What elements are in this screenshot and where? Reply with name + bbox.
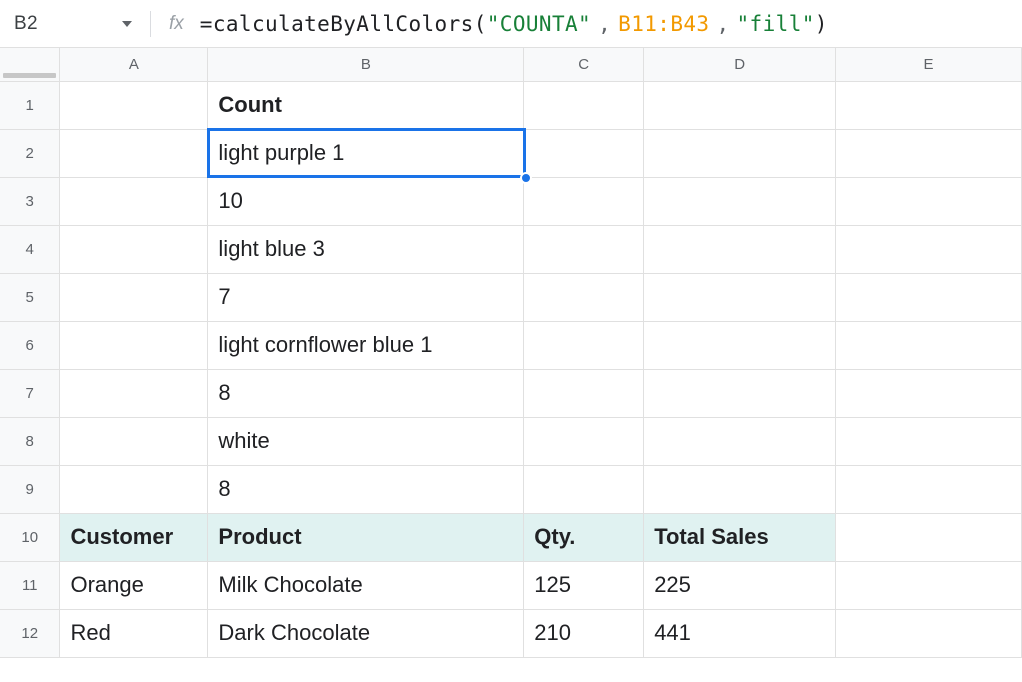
cell[interactable] xyxy=(836,321,1022,369)
row-header[interactable]: 5 xyxy=(0,273,60,321)
col-header-b[interactable]: B xyxy=(208,48,524,81)
formula-sep2: , xyxy=(716,12,729,36)
cell[interactable] xyxy=(836,369,1022,417)
cell[interactable]: Dark Chocolate xyxy=(208,609,524,657)
cell[interactable] xyxy=(644,225,836,273)
formula-open: ( xyxy=(474,12,487,36)
cell[interactable]: 210 xyxy=(524,609,644,657)
row-header[interactable]: 1 xyxy=(0,81,60,129)
formula-bar: B2 fx = calculateByAllColors ( "COUNTA" … xyxy=(0,0,1022,48)
name-box[interactable]: B2 xyxy=(0,13,150,35)
cell[interactable] xyxy=(524,369,644,417)
cell[interactable] xyxy=(836,609,1022,657)
row-header[interactable]: 4 xyxy=(0,225,60,273)
cell[interactable]: 8 xyxy=(208,369,524,417)
cell[interactable]: Red xyxy=(60,609,208,657)
cell[interactable] xyxy=(524,465,644,513)
cell[interactable] xyxy=(836,129,1022,177)
cell[interactable] xyxy=(644,177,836,225)
cell[interactable] xyxy=(836,81,1022,129)
divider xyxy=(150,11,151,37)
cell[interactable]: 225 xyxy=(644,561,836,609)
row-header[interactable]: 12 xyxy=(0,609,60,657)
formula-input[interactable]: = calculateByAllColors ( "COUNTA" , B11:… xyxy=(200,12,828,36)
cell-selected[interactable]: light purple 1 xyxy=(208,129,524,177)
row-header[interactable]: 9 xyxy=(0,465,60,513)
row-header[interactable]: 3 xyxy=(0,177,60,225)
row-header[interactable]: 10 xyxy=(0,513,60,561)
cell[interactable] xyxy=(60,129,208,177)
formula-arg2: B11:B43 xyxy=(618,12,709,36)
cell[interactable] xyxy=(524,129,644,177)
cell[interactable] xyxy=(524,321,644,369)
col-header-d[interactable]: D xyxy=(644,48,836,81)
cell[interactable] xyxy=(524,81,644,129)
cell[interactable] xyxy=(836,465,1022,513)
col-header-e[interactable]: E xyxy=(836,48,1022,81)
cell[interactable] xyxy=(60,273,208,321)
formula-sep1: , xyxy=(598,12,611,36)
col-header-c[interactable]: C xyxy=(524,48,644,81)
cell[interactable] xyxy=(836,225,1022,273)
cell[interactable]: light cornflower blue 1 xyxy=(208,321,524,369)
spreadsheet-grid[interactable]: A B C D E 1 Count 2 light purple 1 3 10 … xyxy=(0,48,1022,658)
cell[interactable] xyxy=(644,321,836,369)
cell[interactable] xyxy=(644,417,836,465)
cell[interactable] xyxy=(60,417,208,465)
cell[interactable] xyxy=(644,369,836,417)
formula-arg3: "fill" xyxy=(737,12,815,36)
cell[interactable] xyxy=(524,273,644,321)
cell[interactable]: light blue 3 xyxy=(208,225,524,273)
cell[interactable] xyxy=(524,225,644,273)
cell[interactable] xyxy=(60,81,208,129)
cell-header[interactable]: Product xyxy=(208,513,524,561)
cell[interactable] xyxy=(524,417,644,465)
cell[interactable]: Orange xyxy=(60,561,208,609)
cell[interactable]: 7 xyxy=(208,273,524,321)
cell[interactable] xyxy=(644,465,836,513)
formula-close: ) xyxy=(815,12,828,36)
cell[interactable] xyxy=(60,321,208,369)
cell-header[interactable]: Qty. xyxy=(524,513,644,561)
formula-arg1: "COUNTA" xyxy=(487,12,591,36)
cell[interactable] xyxy=(60,369,208,417)
name-box-value: B2 xyxy=(14,13,38,35)
row-header[interactable]: 7 xyxy=(0,369,60,417)
formula-func: calculateByAllColors xyxy=(213,12,474,36)
row-header[interactable]: 2 xyxy=(0,129,60,177)
cell[interactable] xyxy=(60,177,208,225)
cell[interactable] xyxy=(836,561,1022,609)
col-header-a[interactable]: A xyxy=(60,48,208,81)
cell[interactable]: white xyxy=(208,417,524,465)
formula-eq: = xyxy=(200,12,213,36)
cell[interactable]: 441 xyxy=(644,609,836,657)
cell[interactable] xyxy=(644,273,836,321)
cell[interactable]: 125 xyxy=(524,561,644,609)
cell[interactable] xyxy=(836,513,1022,561)
cell[interactable]: 10 xyxy=(208,177,524,225)
cell[interactable] xyxy=(60,465,208,513)
cell[interactable] xyxy=(836,177,1022,225)
row-header[interactable]: 8 xyxy=(0,417,60,465)
cell[interactable]: Count xyxy=(208,81,524,129)
fx-icon: fx xyxy=(169,13,184,35)
cell-header[interactable]: Total Sales xyxy=(644,513,836,561)
cell[interactable] xyxy=(644,129,836,177)
cell[interactable] xyxy=(524,177,644,225)
cell[interactable] xyxy=(644,81,836,129)
chevron-down-icon xyxy=(122,21,132,27)
cell[interactable] xyxy=(60,225,208,273)
cell[interactable]: Milk Chocolate xyxy=(208,561,524,609)
row-header[interactable]: 6 xyxy=(0,321,60,369)
select-all-corner[interactable] xyxy=(0,48,60,81)
cell[interactable]: 8 xyxy=(208,465,524,513)
row-header[interactable]: 11 xyxy=(0,561,60,609)
cell[interactable] xyxy=(836,417,1022,465)
cell-header[interactable]: Customer xyxy=(60,513,208,561)
cell[interactable] xyxy=(836,273,1022,321)
